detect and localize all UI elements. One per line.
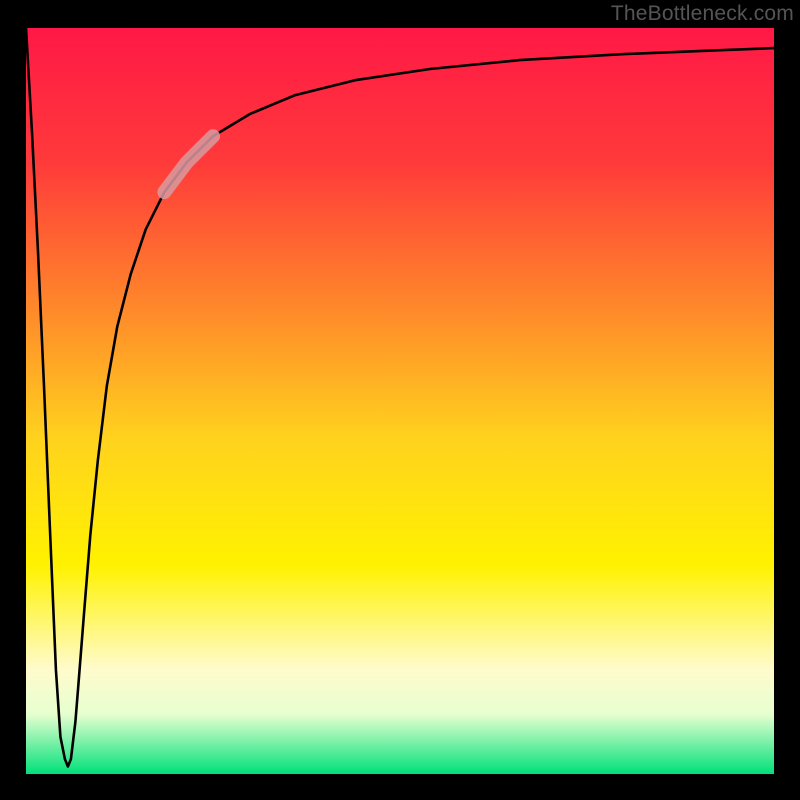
plot-area bbox=[26, 28, 774, 774]
chart-stage: TheBottleneck.com bbox=[0, 0, 800, 800]
bottleneck-chart bbox=[0, 0, 800, 800]
watermark-text: TheBottleneck.com bbox=[611, 2, 794, 26]
